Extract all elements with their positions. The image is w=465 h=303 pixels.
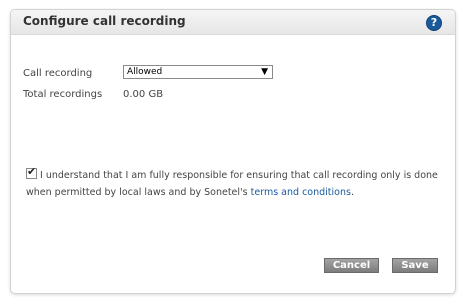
consent-text: I understand that I am fully responsible… [26,170,438,198]
save-button[interactable]: Save [392,258,438,273]
call-recording-label: Call recording [23,68,93,79]
call-recording-selected-value: Allowed [127,67,163,77]
consent-statement: ✔ I understand that I am fully responsibl… [26,165,446,201]
dialog-header: Configure call recording ? [11,10,455,35]
checkmark-icon: ✔ [27,165,37,178]
total-recordings-value: 0.00 GB [123,89,164,100]
consent-checkbox[interactable]: ✔ [26,165,37,179]
help-icon[interactable]: ? [426,15,442,31]
cancel-button[interactable]: Cancel [324,258,379,273]
terms-and-conditions-link[interactable]: terms and conditions [251,187,351,198]
consent-suffix: . [350,187,354,198]
dialog-title: Configure call recording [23,14,186,28]
configure-call-recording-dialog: Configure call recording ? Call recordin… [10,9,456,294]
call-recording-select[interactable]: Allowed ▼ [123,65,273,79]
total-recordings-label: Total recordings [23,89,103,100]
dropdown-arrow-icon: ▼ [261,67,268,77]
